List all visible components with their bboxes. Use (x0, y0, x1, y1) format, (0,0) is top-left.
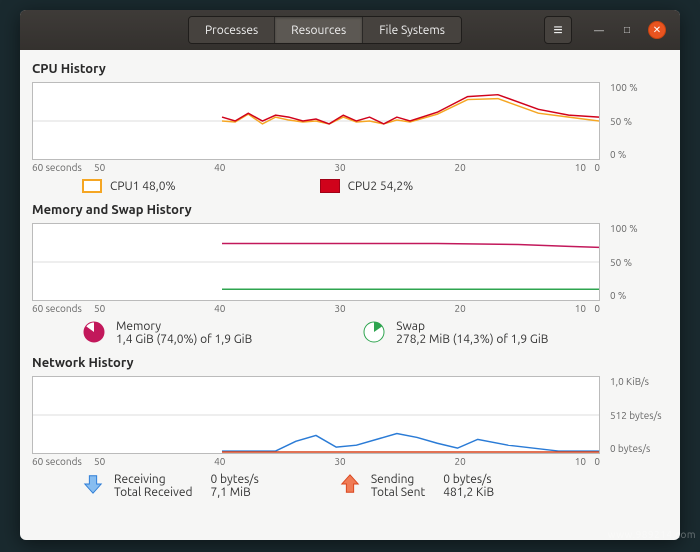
network-chart (32, 376, 600, 454)
hamburger-icon: ≡ (553, 21, 562, 40)
cpu-yaxis: 100 % 50 % 0 % (606, 82, 668, 160)
system-monitor-window: Processes Resources File Systems ≡ — □ ✕… (20, 10, 680, 540)
net-xtick: 50 (94, 456, 105, 467)
net-xtick-last: 0 (588, 456, 600, 467)
cpu-ytick-100: 100 % (610, 82, 668, 93)
send-label: Sending (371, 473, 425, 486)
maximize-icon: □ (624, 24, 630, 36)
memory-label: Memory (116, 320, 252, 333)
mem-xtick: 50 (94, 303, 105, 314)
network-history-title: Network History (32, 356, 668, 370)
mem-ytick-50: 50 % (610, 257, 668, 268)
mem-ytick-0: 0 % (610, 290, 668, 301)
cpu-xtick: 50 (94, 162, 105, 173)
mem-xtick: 10 (575, 303, 586, 314)
send-total: 481,2 KiB (443, 486, 494, 499)
cpu-legend: CPU1 48,0% CPU2 54,2% (82, 179, 668, 193)
recv-label: Receiving (114, 473, 192, 486)
net-xtick: 10 (575, 456, 586, 467)
memory-legend-item[interactable]: Memory 1,4 GiB (74,0%) of 1,9 GiB (82, 320, 252, 346)
window-controls: — □ ✕ (592, 21, 666, 39)
cpu-ytick-50: 50 % (610, 116, 668, 127)
net-ytick-1k: 1,0 KiB/s (610, 376, 668, 387)
hamburger-menu-button[interactable]: ≡ (544, 16, 572, 44)
net-xtick: 40 (214, 456, 225, 467)
cpu2-line (222, 95, 599, 124)
cpu-xtick-last: 0 (588, 162, 600, 173)
net-ytick-0: 0 bytes/s (610, 443, 668, 454)
watermark: www.989214.com (608, 529, 696, 540)
mem-xtick-last: 0 (588, 303, 600, 314)
tab-processes[interactable]: Processes (189, 17, 275, 43)
memory-chart (32, 223, 600, 301)
memory-yaxis: 100 % 50 % 0 % (606, 223, 668, 301)
close-icon: ✕ (653, 24, 661, 36)
send-rate: 0 bytes/s (443, 473, 494, 486)
close-button[interactable]: ✕ (648, 21, 666, 39)
net-ytick-512: 512 bytes/s (610, 410, 668, 421)
network-recv-line (222, 434, 599, 452)
swap-pie-icon (362, 320, 386, 344)
cpu-xtick: 10 (575, 162, 586, 173)
recv-total-label: Total Received (114, 486, 192, 499)
network-yaxis: 1,0 KiB/s 512 bytes/s 0 bytes/s (606, 376, 668, 454)
cpu-chart (32, 82, 600, 160)
network-xaxis: 60 seconds 50 40 30 20 10 0 (32, 456, 600, 467)
cpu2-swatch (320, 179, 340, 193)
recv-rate: 0 bytes/s (210, 473, 258, 486)
cpu-xtick: 40 (214, 162, 225, 173)
tab-resources[interactable]: Resources (275, 17, 363, 43)
cpu1-legend-item[interactable]: CPU1 48,0% (82, 179, 176, 193)
send-total-label: Total Sent (371, 486, 425, 499)
mem-xtick: 30 (334, 303, 345, 314)
memory-legend: Memory 1,4 GiB (74,0%) of 1,9 GiB Swap 2… (82, 320, 668, 346)
memory-detail: 1,4 GiB (74,0%) of 1,9 GiB (116, 333, 252, 346)
memory-pie-icon (82, 320, 106, 344)
upload-arrow-icon (339, 473, 361, 495)
tabbar: Processes Resources File Systems (188, 16, 462, 44)
minimize-icon: — (594, 25, 604, 36)
send-legend-item[interactable]: Sending Total Sent 0 bytes/s 481,2 KiB (339, 473, 494, 499)
minimize-button[interactable]: — (592, 23, 606, 37)
cpu-xtick: 20 (455, 162, 466, 173)
mem-xunit: 60 seconds (32, 303, 92, 314)
recv-legend-item[interactable]: Receiving Total Received 0 bytes/s 7,1 M… (82, 473, 259, 499)
swap-detail: 278,2 MiB (14,3%) of 1,9 GiB (396, 333, 548, 346)
network-legend: Receiving Total Received 0 bytes/s 7,1 M… (82, 473, 668, 499)
cpu-ytick-0: 0 % (610, 149, 668, 160)
titlebar: Processes Resources File Systems ≡ — □ ✕ (20, 10, 680, 50)
memory-history-title: Memory and Swap History (32, 203, 668, 217)
cpu-xtick: 30 (334, 162, 345, 173)
cpu-history-title: CPU History (32, 62, 668, 76)
net-xtick: 20 (455, 456, 466, 467)
cpu-xaxis: 60 seconds 50 40 30 20 10 0 (32, 162, 600, 173)
content-area: CPU History 100 % 50 % 0 % 60 seconds 50… (20, 50, 680, 540)
net-xunit: 60 seconds (32, 456, 92, 467)
mem-xtick: 20 (455, 303, 466, 314)
recv-total: 7,1 MiB (210, 486, 258, 499)
download-arrow-icon (82, 473, 104, 495)
tab-filesystems[interactable]: File Systems (363, 17, 461, 43)
cpu2-legend-item[interactable]: CPU2 54,2% (320, 179, 414, 193)
cpu-xunit: 60 seconds (32, 162, 92, 173)
memory-line (222, 243, 599, 247)
mem-ytick-100: 100 % (610, 223, 668, 234)
swap-label: Swap (396, 320, 548, 333)
cpu2-label: CPU2 54,2% (348, 180, 414, 193)
cpu1-label: CPU1 48,0% (110, 180, 176, 193)
maximize-button[interactable]: □ (620, 23, 634, 37)
memory-xaxis: 60 seconds 50 40 30 20 10 0 (32, 303, 600, 314)
swap-legend-item[interactable]: Swap 278,2 MiB (14,3%) of 1,9 GiB (362, 320, 548, 346)
net-xtick: 30 (334, 456, 345, 467)
cpu1-swatch (82, 179, 102, 193)
mem-xtick: 40 (214, 303, 225, 314)
